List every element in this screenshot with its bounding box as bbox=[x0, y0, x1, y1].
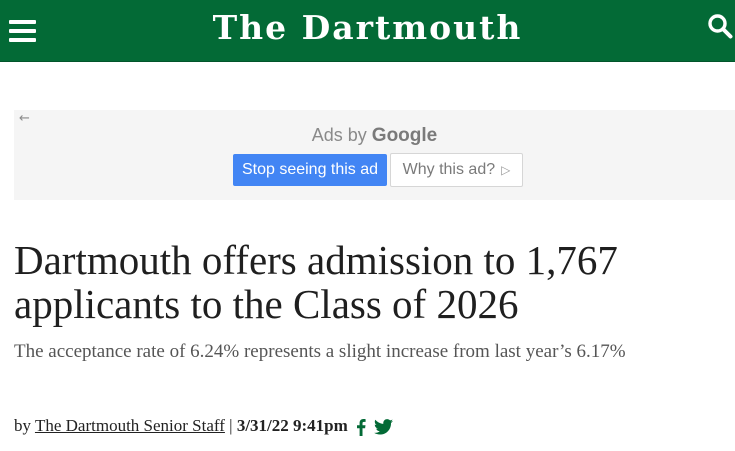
ads-by-google: Ads by Google bbox=[14, 125, 735, 147]
article-headline: Dartmouth offers admission to 1,767 appl… bbox=[14, 237, 618, 327]
site-logo[interactable]: The Dartmouth bbox=[0, 8, 735, 47]
back-arrow-icon[interactable]: ← bbox=[19, 111, 30, 126]
google-logo: Google bbox=[371, 125, 438, 146]
ad-container: ← Ads by Google Stop seeing this ad Why … bbox=[14, 110, 735, 200]
why-this-ad-label: Why this ad? bbox=[402, 161, 496, 178]
facebook-icon[interactable] bbox=[356, 418, 366, 436]
byline: by The Dartmouth Senior Staff | 3/31/22 … bbox=[14, 416, 394, 436]
why-this-ad-button[interactable]: Why this ad? ▷ bbox=[390, 153, 523, 187]
publish-date: 3/31/22 9:41pm bbox=[236, 416, 348, 435]
author-link[interactable]: The Dartmouth Senior Staff bbox=[35, 416, 225, 435]
site-header: The Dartmouth bbox=[0, 0, 735, 62]
byline-prefix: by bbox=[14, 416, 31, 435]
twitter-icon[interactable] bbox=[374, 419, 394, 435]
article-subhead: The acceptance rate of 6.24% represents … bbox=[14, 341, 626, 362]
byline-separator: | bbox=[229, 416, 233, 435]
stop-seeing-ad-button[interactable]: Stop seeing this ad bbox=[233, 154, 387, 186]
search-icon[interactable] bbox=[707, 13, 733, 39]
ad-choices-icon: ▷ bbox=[501, 163, 511, 177]
ads-by-label: Ads by bbox=[311, 125, 367, 145]
